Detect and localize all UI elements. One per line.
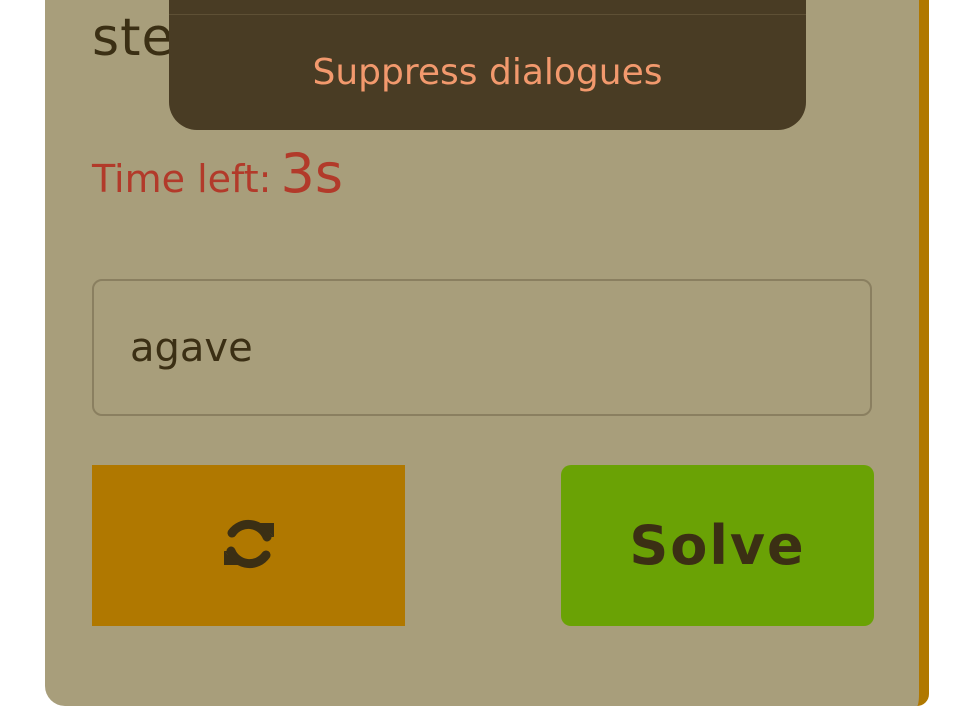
dialog-suppress-sheet: Suppress dialogues: [169, 0, 806, 130]
refresh-icon: [220, 515, 278, 576]
timer-label: Time left:: [92, 157, 272, 201]
answer-field-wrapper: [92, 279, 872, 416]
timer: Time left: 3s: [92, 142, 343, 205]
timer-value: 3s: [280, 142, 344, 205]
suppress-dialogues-button[interactable]: Suppress dialogues: [169, 15, 806, 130]
answer-input[interactable]: [94, 281, 870, 414]
solve-button[interactable]: Solve: [561, 465, 874, 626]
refresh-button[interactable]: [92, 465, 405, 626]
question-text: pste: [92, 8, 175, 68]
